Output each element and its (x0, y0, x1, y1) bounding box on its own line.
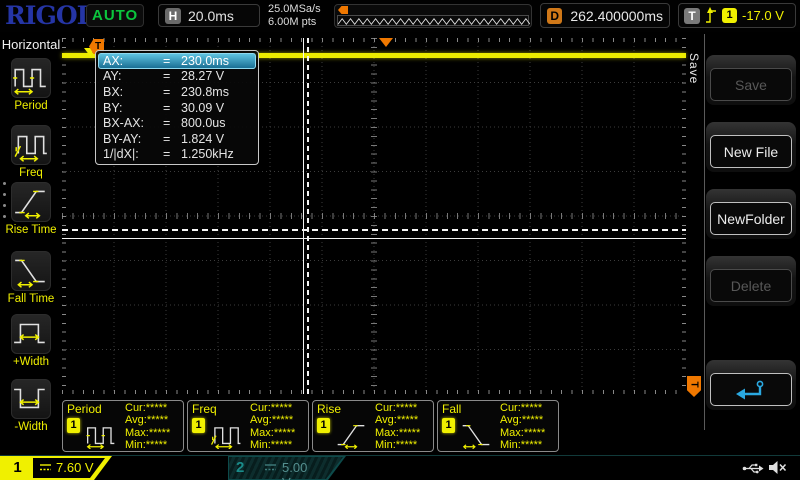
softkey-new-file[interactable]: New File (706, 122, 796, 172)
sidebar-item-plus-width[interactable]: +Width (0, 314, 62, 372)
oscilloscope-screen: RIGOL AUTO H 20.0ms 25.0MSa/s 6.00M pts … (0, 0, 800, 480)
cursor-row-by: BY: = 30.09 V (98, 100, 256, 116)
sidebar-item-label: Rise Time (0, 224, 62, 236)
grid-ticks-vcenter (371, 38, 377, 394)
measurement-channel-badge: 1 (192, 418, 205, 433)
preview-wave-window (337, 15, 529, 26)
delay-value: 262.400000ms (570, 8, 663, 24)
softkey-new-folder-label: NewFolder (710, 202, 792, 235)
trigger-edge-icon (705, 7, 717, 24)
measurement-item-period[interactable]: Period 1 Cur:***** Avg:***** Max:***** M… (62, 400, 184, 452)
waveform-preview-strip (334, 4, 532, 28)
channel1-badge[interactable]: 1 7.60 V (0, 456, 112, 480)
measurement-stats: Cur:***** Avg:***** Max:***** Min:***** (125, 402, 170, 451)
sidebar-item-label: Period (0, 100, 62, 112)
delay-d-badge: D (547, 8, 562, 24)
menu-scroll-dots (3, 182, 6, 226)
sample-rate-block: 25.0MSa/s 6.00M pts (268, 3, 330, 29)
sidebar-item-rise-time[interactable]: Rise Time (0, 182, 62, 240)
dc-coupling-icon (264, 463, 277, 472)
softkey-new-folder[interactable]: NewFolder (706, 189, 796, 239)
trigger-position-marker[interactable] (379, 38, 393, 47)
measurement-item-rise[interactable]: Rise 1 Cur:***** Avg:***** Max:***** Min… (312, 400, 434, 452)
trigger-level-marker[interactable]: T (687, 376, 701, 397)
rise-wave-icon (333, 419, 369, 449)
softkey-save-label: Save (710, 68, 792, 101)
measurement-item-freq[interactable]: Freq 1 Cur:***** Avg:***** Max:***** Min… (187, 400, 309, 452)
cursor-row-inv-dx: 1/|dX|: = 1.250kHz (98, 147, 256, 163)
plus-width-icon (11, 314, 51, 354)
measurement-stats: Cur:***** Avg:***** Max:***** Min:***** (250, 402, 295, 451)
measurement-stats: Cur:***** Avg:***** Max:***** Min:***** (500, 402, 545, 451)
channel-status-bar: 1 7.60 V 2 5.00 V (0, 455, 800, 480)
sidebar-item-freq[interactable]: Freq (0, 125, 62, 183)
cursor-a-vertical[interactable] (303, 38, 304, 394)
sidebar-item-label: Freq (0, 167, 62, 179)
trigger-t-badge: T (684, 8, 700, 24)
channel2-number: 2 (236, 458, 244, 478)
horizontal-scale-box: H 20.0ms (158, 4, 260, 27)
measure-sidebar: Horizontal Period Freq (0, 32, 62, 455)
softkey-delete[interactable]: Delete (706, 256, 796, 306)
preview-wave-icon (338, 16, 530, 27)
fall-wave-icon (458, 419, 494, 449)
menu-tab-save: Save (687, 53, 701, 84)
sidebar-item-label: -Width (0, 421, 62, 433)
softkey-delete-label: Delete (710, 269, 792, 302)
trigger-delay-box: D 262.400000ms (540, 3, 670, 28)
measurement-channel-badge: 1 (67, 418, 80, 433)
channel1-scale: 7.60 V (56, 460, 94, 475)
memory-depth-value: 6.00M pts (268, 16, 330, 29)
cursor-row-bx: BX: = 230.8ms (98, 84, 256, 100)
sidebar-title: Horizontal (0, 37, 62, 52)
horizontal-h-badge: H (165, 8, 181, 24)
softkey-save[interactable]: Save (706, 55, 796, 105)
sidebar-item-label: +Width (0, 356, 62, 368)
period-wave-icon (83, 419, 119, 449)
sidebar-item-fall-time[interactable]: Fall Time (0, 251, 62, 309)
usb-icon (742, 462, 764, 475)
cursor-row-bx-ax: BX-AX: = 800.0us (98, 115, 256, 131)
speaker-mute-icon (768, 460, 787, 475)
period-icon (11, 58, 51, 98)
sample-rate-value: 25.0MSa/s (268, 3, 330, 16)
cursor-b-horizontal[interactable] (62, 238, 686, 239)
softkey-back[interactable] (706, 360, 796, 410)
rise-time-icon (11, 182, 51, 222)
measurement-item-fall[interactable]: Fall 1 Cur:***** Avg:***** Max:***** Min… (437, 400, 559, 452)
dc-coupling-icon (39, 463, 52, 472)
rigol-logo: RIGOL (5, 1, 93, 30)
freq-icon (11, 125, 51, 165)
measurement-channel-badge: 1 (442, 418, 455, 433)
channel2-scale: 5.00 V (282, 460, 307, 480)
acquisition-status-badge: AUTO (86, 4, 144, 27)
horizontal-scale-value: 20.0ms (188, 8, 234, 24)
softkey-new-file-label: New File (710, 135, 792, 168)
cursor-row-by-ay: BY-AY: = 1.824 V (98, 131, 256, 147)
measurement-channel-badge: 1 (317, 418, 330, 433)
trigger-source-badge: 1 (722, 8, 737, 23)
freq-wave-icon (208, 419, 244, 449)
trigger-status-box: T 1 -17.0 V (678, 3, 796, 28)
channel2-badge[interactable]: 2 5.00 V (114, 456, 232, 480)
top-status-bar: RIGOL AUTO H 20.0ms 25.0MSa/s 6.00M pts … (0, 0, 800, 32)
measurement-stats: Cur:***** Avg:***** Max:***** Min:***** (375, 402, 420, 451)
fall-time-icon (11, 251, 51, 291)
menu-panel-divider (704, 34, 705, 430)
sidebar-item-minus-width[interactable]: -Width (0, 379, 62, 437)
return-arrow-icon (710, 373, 792, 406)
sidebar-item-period[interactable]: Period (0, 58, 62, 116)
sidebar-item-label: Fall Time (0, 293, 62, 305)
cursor-row-ax: AX: = 230.0ms (98, 53, 256, 69)
cursor-b-vertical[interactable] (307, 38, 309, 394)
minus-width-icon (11, 379, 51, 419)
preview-position-marker (338, 6, 348, 14)
cursor-readout-box: AX: = 230.0ms AY: = 28.27 V BX: = 230.8m… (95, 50, 259, 165)
cursor-row-ay: AY: = 28.27 V (98, 69, 256, 85)
channel1-number: 1 (2, 458, 33, 478)
cursor-a-horizontal[interactable] (62, 229, 686, 231)
trigger-level-value: -17.0 V (742, 8, 784, 23)
